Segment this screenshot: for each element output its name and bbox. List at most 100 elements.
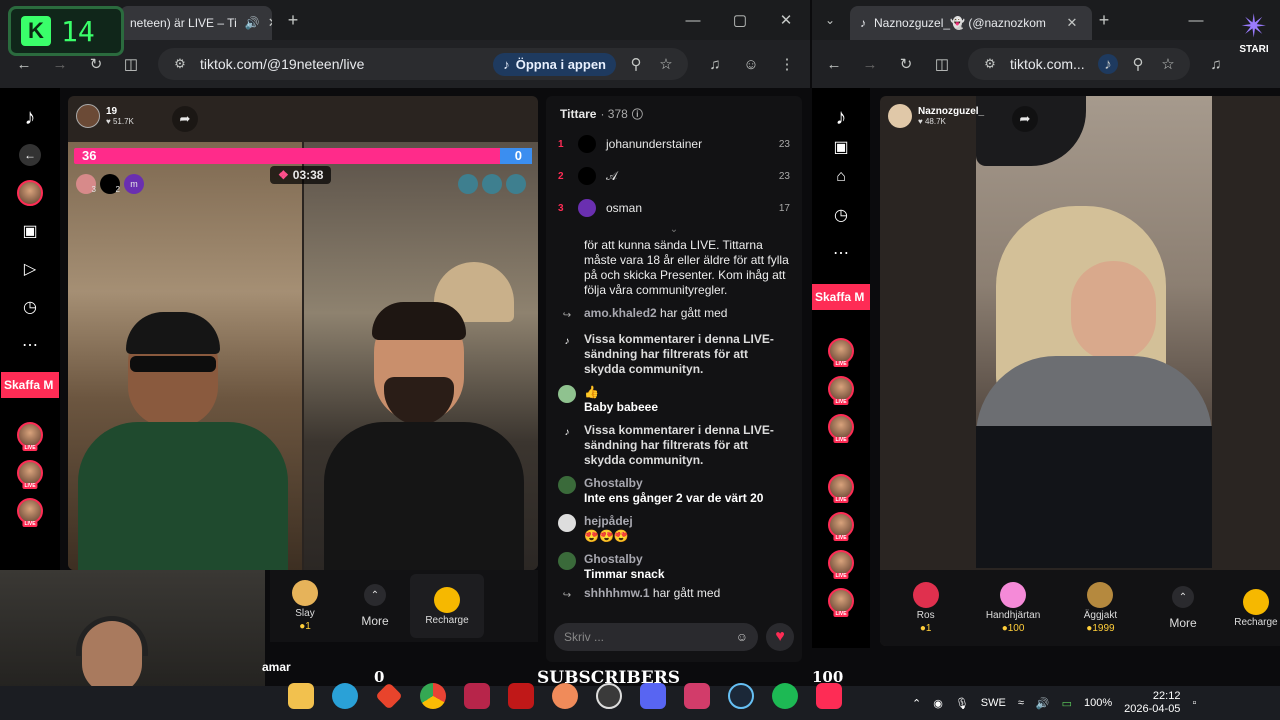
speaker-icon[interactable]: 🔊 [245, 13, 260, 33]
upload-icon[interactable]: ▣ [830, 136, 852, 158]
steam-icon[interactable] [728, 683, 754, 709]
chat-username[interactable]: 👍 [584, 385, 658, 400]
maximize-icon[interactable]: ▢ [730, 10, 750, 30]
star-icon[interactable]: ☆ [656, 54, 676, 74]
open-in-app-button[interactable]: ♪ Öppna i appen [493, 52, 616, 76]
battery-icon[interactable]: ▭ [1062, 697, 1072, 710]
chat-username[interactable]: Ghostalby [584, 476, 763, 491]
forward-icon[interactable]: → [860, 54, 880, 74]
split-view-icon[interactable]: ◫ [932, 54, 952, 74]
gifter-avatar[interactable]: m [124, 174, 144, 194]
tab-search-icon[interactable]: ⌄ [820, 10, 840, 30]
new-tab-icon[interactable]: + [1094, 10, 1114, 30]
tf-app-icon[interactable] [684, 683, 710, 709]
new-tab-icon[interactable]: + [283, 10, 303, 30]
recharge-button[interactable]: Recharge [410, 574, 484, 638]
history-icon[interactable]: ◷ [830, 204, 852, 226]
tray-chevron-icon[interactable]: ⌃ [912, 697, 921, 710]
live-avatar[interactable]: LIVE [828, 512, 854, 541]
microphone-icon[interactable]: 🎙 [955, 697, 969, 710]
close-window-icon[interactable]: ✕ [776, 10, 796, 30]
recharge-button[interactable]: Recharge [1232, 588, 1280, 628]
spiral-app-icon[interactable] [552, 683, 578, 709]
live-camera-icon[interactable]: ▣ [19, 220, 41, 242]
site-info-icon[interactable]: ⚙ [980, 54, 1000, 74]
right-host-info[interactable]: Naznozguzel_ ♥ 48.7K [888, 104, 984, 128]
gifter-avatar[interactable]: 2 [100, 174, 120, 194]
live-avatar[interactable]: LIVE [828, 414, 854, 443]
close-tab-icon[interactable]: ✕ [268, 13, 272, 33]
following-avatar[interactable] [17, 180, 43, 206]
live-avatar[interactable]: LIVE [828, 376, 854, 405]
get-app-button[interactable]: Skaffa M [1, 372, 59, 398]
live-avatar[interactable]: LIVE [828, 588, 854, 617]
media-control-icon[interactable]: ♫ [705, 54, 725, 74]
right-address-bar[interactable]: ⚙ tiktok.com... ♪ ⚲ ☆ [968, 48, 1190, 80]
split-view-icon[interactable]: ◫ [121, 54, 141, 74]
notification-icon[interactable]: ▫ [1192, 697, 1196, 709]
gift-aggjakt[interactable]: Äggjakt ●1999 [1067, 582, 1134, 634]
info-icon[interactable]: ⓘ [632, 106, 643, 122]
home-icon[interactable]: ⌂ [830, 166, 852, 188]
chat-avatar[interactable] [558, 552, 576, 570]
viewer-row[interactable]: 1 johanunderstainer 23 [546, 128, 802, 160]
zoom-icon[interactable]: ⚲ [1128, 54, 1148, 74]
zoom-icon[interactable]: ⚲ [626, 54, 646, 74]
more-gifts-button[interactable]: ⌃ More [340, 584, 410, 628]
site-info-icon[interactable]: ⚙ [170, 54, 190, 74]
right-video[interactable] [976, 96, 1212, 568]
app-a-icon[interactable] [464, 683, 490, 709]
volume-icon[interactable]: 🔊 [1036, 697, 1050, 710]
live-avatar[interactable]: LIVE [17, 422, 43, 451]
right-active-tab[interactable]: ♪ Naznozguzel_👻 (@naznozkom ✕ [850, 6, 1092, 40]
explore-icon[interactable]: ▷ [19, 258, 41, 280]
chat-username[interactable]: hejpådej [584, 514, 633, 529]
chat-username[interactable]: shhhhmw.1 [584, 586, 650, 600]
chat-avatar[interactable] [558, 476, 576, 494]
edge-icon[interactable] [332, 683, 358, 709]
forward-icon[interactable]: → [50, 54, 70, 74]
gift-handhjartan[interactable]: Handhjärtan ●100 [979, 582, 1046, 634]
more-gifts-button[interactable]: ⌃ More [1154, 586, 1212, 630]
get-app-button[interactable]: Skaffa M [812, 284, 870, 310]
collapse-icon[interactable]: ← [19, 144, 41, 166]
back-icon[interactable]: ← [14, 54, 34, 74]
chat-avatar[interactable] [558, 514, 576, 532]
more-dots-icon[interactable]: ⋯ [830, 242, 852, 264]
share-button[interactable]: ➦ [1012, 106, 1038, 132]
tiktok-taskbar-icon[interactable] [816, 683, 842, 709]
minimize-icon[interactable]: — [1186, 10, 1206, 30]
live-avatar[interactable]: LIVE [828, 338, 854, 367]
chrome-icon[interactable] [420, 683, 446, 709]
tiktok-app-icon[interactable]: ♪ [1098, 54, 1118, 74]
mcafee-icon[interactable] [508, 683, 534, 709]
chat-avatar[interactable] [558, 385, 576, 403]
expand-chevron-icon[interactable]: ⌄ [546, 224, 802, 235]
history-icon[interactable]: ◷ [19, 296, 41, 318]
host-info[interactable]: 19 ♥ 51.7K [76, 104, 134, 128]
live-avatar[interactable]: LIVE [828, 474, 854, 503]
gift-slay[interactable]: Slay ●1 [270, 580, 340, 632]
more-dots-icon[interactable]: ⋯ [19, 334, 41, 356]
profile-icon[interactable]: ☺ [741, 54, 761, 74]
media-control-icon[interactable]: ♫ [1206, 54, 1226, 74]
minimize-icon[interactable]: — [683, 10, 703, 30]
reload-icon[interactable]: ↻ [896, 54, 916, 74]
tiktok-logo-icon[interactable]: ♪ [830, 104, 852, 129]
spotify-icon[interactable] [772, 683, 798, 709]
obs-icon[interactable] [596, 683, 622, 709]
gift-heart-button[interactable]: ♥ [766, 623, 794, 651]
battle-video[interactable]: 19 ♥ 51.7K ➦ 36 0 3 2 m ❖ 03:38 [68, 96, 538, 570]
tiktok-logo-icon[interactable]: ♪ [19, 104, 41, 129]
language-indicator[interactable]: SWE [981, 697, 1006, 709]
chat-username[interactable]: Ghostalby [584, 552, 665, 567]
share-button[interactable]: ➦ [172, 106, 198, 132]
live-avatar[interactable]: LIVE [828, 550, 854, 579]
network-status-icon[interactable]: ◉ [933, 697, 943, 710]
viewer-row[interactable]: 2 𝒜 23 [546, 160, 802, 192]
gifter-avatar[interactable]: 3 [76, 174, 96, 194]
left-active-tab[interactable]: neteen) är LIVE – Ti 🔊 ✕ [120, 6, 272, 40]
discord-icon[interactable] [640, 683, 666, 709]
close-tab-icon[interactable]: ✕ [1062, 13, 1082, 33]
left-address-bar[interactable]: ⚙ tiktok.com/@19neteen/live ♪ Öppna i app… [158, 48, 688, 80]
